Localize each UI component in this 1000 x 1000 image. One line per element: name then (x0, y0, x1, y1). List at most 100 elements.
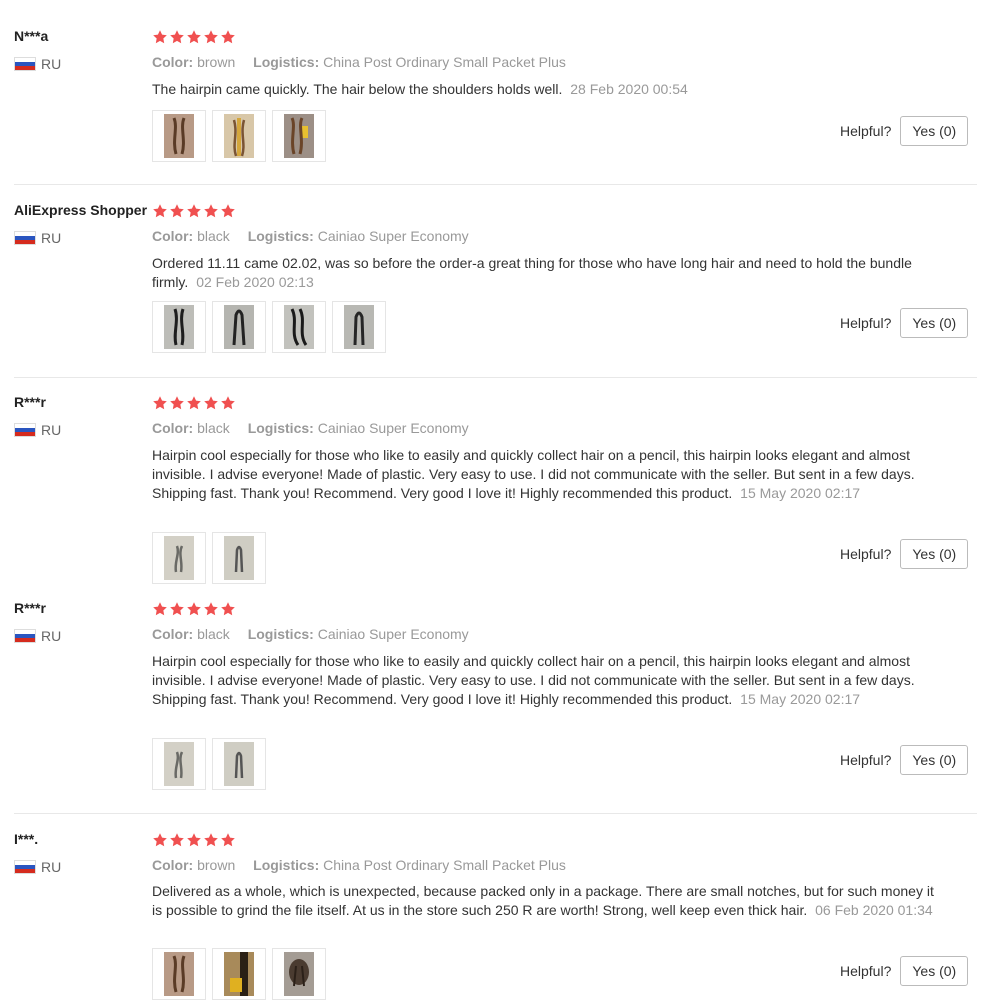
logistics-label: Logistics: (253, 857, 320, 873)
star-icon (187, 602, 201, 616)
helpful-section: Helpful? Yes (0) (840, 956, 969, 986)
review-photo-thumbnail[interactable] (212, 110, 266, 162)
color-label: Color: (152, 626, 194, 642)
star-icon (170, 833, 184, 847)
review-photo-thumbnail[interactable] (152, 738, 206, 790)
reviewer-country: RU (14, 56, 61, 72)
star-icon (204, 602, 218, 616)
review-photo-thumbnail[interactable] (152, 110, 206, 162)
helpful-section: Helpful? Yes (0) (840, 308, 969, 338)
logistics-value: China Post Ordinary Small Packet Plus (323, 54, 566, 70)
logistics-value: Cainiao Super Economy (317, 228, 469, 244)
review-photo-thumbnail[interactable] (152, 301, 206, 353)
review-photo-thumbnail[interactable] (212, 738, 266, 790)
review-divider (14, 813, 977, 814)
reviewer-name: N***a (14, 28, 49, 44)
star-icon (204, 204, 218, 218)
color-value: black (197, 228, 230, 244)
review-divider (14, 184, 977, 185)
logistics-value: China Post Ordinary Small Packet Plus (323, 857, 566, 873)
russia-flag-icon (14, 57, 36, 71)
reviewer-name: R***r (14, 600, 46, 616)
helpful-label: Helpful? (840, 315, 892, 331)
logistics-label: Logistics: (253, 54, 320, 70)
color-value: black (197, 626, 230, 642)
star-icon (221, 204, 235, 218)
helpful-label: Helpful? (840, 752, 892, 768)
reviewer-country: RU (14, 628, 61, 644)
review-photos (152, 532, 266, 584)
star-rating (152, 601, 236, 617)
star-icon (187, 396, 201, 410)
review-meta: Color: brown Logistics: China Post Ordin… (152, 54, 566, 70)
review-meta: Color: black Logistics: Cainiao Super Ec… (152, 228, 469, 244)
star-icon (153, 602, 167, 616)
logistics-label: Logistics: (247, 420, 314, 436)
review-photo-thumbnail[interactable] (152, 532, 206, 584)
russia-flag-icon (14, 629, 36, 643)
helpful-label: Helpful? (840, 546, 892, 562)
helpful-section: Helpful? Yes (0) (840, 745, 969, 775)
country-code: RU (41, 56, 62, 72)
logistics-label: Logistics: (247, 228, 314, 244)
review-text: Delivered as a whole, which is unexpecte… (152, 882, 947, 920)
review-text: Hairpin cool especially for those who li… (152, 652, 947, 709)
star-icon (204, 396, 218, 410)
review-meta: Color: brown Logistics: China Post Ordin… (152, 857, 566, 873)
helpful-section: Helpful? Yes (0) (840, 539, 969, 569)
star-rating (152, 395, 236, 411)
review-photo-thumbnail[interactable] (212, 532, 266, 584)
star-icon (187, 204, 201, 218)
review-divider (14, 377, 977, 378)
reviewer-name: I***. (14, 831, 39, 847)
review-text: Hairpin cool especially for those who li… (152, 446, 947, 503)
star-icon (221, 396, 235, 410)
color-label: Color: (152, 420, 194, 436)
color-value: black (197, 420, 230, 436)
star-icon (204, 30, 218, 44)
review-photo-thumbnail[interactable] (272, 948, 326, 1000)
logistics-value: Cainiao Super Economy (317, 626, 469, 642)
russia-flag-icon (14, 423, 36, 437)
color-label: Color: (152, 54, 194, 70)
helpful-section: Helpful? Yes (0) (840, 116, 969, 146)
review-photo-thumbnail[interactable] (152, 948, 206, 1000)
review-date: 06 Feb 2020 01:34 (815, 902, 933, 918)
country-code: RU (41, 422, 62, 438)
review-meta: Color: black Logistics: Cainiao Super Ec… (152, 420, 469, 436)
color-label: Color: (152, 228, 194, 244)
star-icon (170, 30, 184, 44)
review-photos (152, 301, 386, 353)
helpful-yes-button[interactable]: Yes (0) (900, 308, 969, 338)
review-photos (152, 110, 326, 162)
review-text: The hairpin came quickly. The hair below… (152, 80, 947, 99)
review-photos (152, 948, 326, 1000)
color-value: brown (197, 857, 236, 873)
review-body: The hairpin came quickly. The hair below… (152, 81, 563, 97)
reviewer-country: RU (14, 859, 61, 875)
star-icon (153, 30, 167, 44)
helpful-yes-button[interactable]: Yes (0) (900, 745, 969, 775)
review-photo-thumbnail[interactable] (332, 301, 386, 353)
star-rating (152, 29, 236, 45)
star-icon (170, 396, 184, 410)
review-photo-thumbnail[interactable] (272, 301, 326, 353)
review-photo-thumbnail[interactable] (212, 301, 266, 353)
star-rating (152, 203, 236, 219)
russia-flag-icon (14, 860, 36, 874)
star-icon (221, 602, 235, 616)
star-icon (153, 204, 167, 218)
helpful-yes-button[interactable]: Yes (0) (900, 116, 969, 146)
review-date: 15 May 2020 02:17 (740, 691, 861, 707)
star-icon (221, 833, 235, 847)
review-photo-thumbnail[interactable] (212, 948, 266, 1000)
star-icon (153, 833, 167, 847)
russia-flag-icon (14, 231, 36, 245)
review-date: 02 Feb 2020 02:13 (196, 274, 314, 290)
helpful-yes-button[interactable]: Yes (0) (900, 539, 969, 569)
review-photo-thumbnail[interactable] (272, 110, 326, 162)
star-icon (153, 396, 167, 410)
star-icon (170, 204, 184, 218)
reviewer-name: R***r (14, 394, 46, 410)
helpful-yes-button[interactable]: Yes (0) (900, 956, 969, 986)
